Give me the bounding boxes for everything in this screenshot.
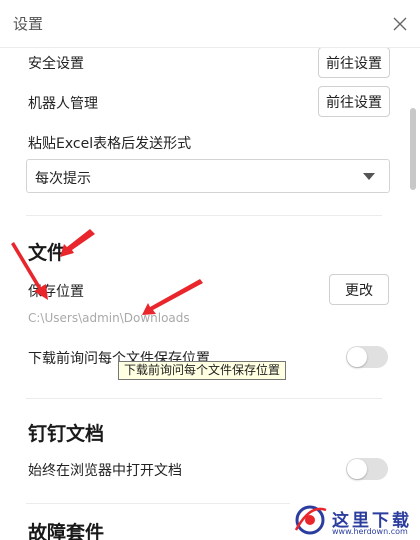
watermark-emblem-icon xyxy=(294,505,327,535)
settings-content[interactable]: 安全设置 前往设置 机器人管理 前往设置 粘贴Excel表格后发送形式 每次提示… xyxy=(0,48,420,540)
download-path: C:\Users\admin\Downloads xyxy=(28,311,190,325)
security-settings-label: 安全设置 xyxy=(28,56,84,72)
caret-down-icon xyxy=(363,173,375,180)
tooltip: 下载前询问每个文件保存位置 xyxy=(118,361,287,380)
open-in-browser-label: 始终在浏览器中打开文档 xyxy=(28,463,182,479)
ask-before-download-toggle[interactable] xyxy=(346,346,388,368)
robot-management-button[interactable]: 前往设置 xyxy=(318,86,390,117)
open-in-browser-toggle[interactable] xyxy=(346,458,388,480)
paste-excel-select[interactable]: 每次提示 xyxy=(26,159,390,193)
watermark-logo: 这里下载 www.herdown.com xyxy=(290,498,420,540)
window-title: 设置 xyxy=(13,15,44,33)
security-settings-button[interactable]: 前往设置 xyxy=(318,48,390,78)
section-divider xyxy=(26,215,382,216)
scrollbar-thumb[interactable] xyxy=(410,108,416,190)
window-titlebar: 设置 xyxy=(0,0,420,48)
toggle-knob xyxy=(347,459,367,479)
cut-section-title: 故障套件 xyxy=(28,522,105,540)
file-section-title: 文件 xyxy=(28,242,67,264)
robot-management-label: 机器人管理 xyxy=(28,96,98,112)
dingtalk-docs-section-title: 钉钉文档 xyxy=(28,423,105,445)
close-icon xyxy=(393,17,407,31)
section-divider xyxy=(26,398,382,399)
change-location-button[interactable]: 更改 xyxy=(329,274,389,305)
paste-excel-label: 粘贴Excel表格后发送形式 xyxy=(28,136,192,152)
paste-excel-selected-value: 每次提示 xyxy=(35,171,91,187)
save-location-label: 保存位置 xyxy=(28,284,84,300)
toggle-knob xyxy=(347,347,367,367)
close-button[interactable] xyxy=(388,12,412,36)
watermark-url: www.herdown.com xyxy=(332,527,408,536)
